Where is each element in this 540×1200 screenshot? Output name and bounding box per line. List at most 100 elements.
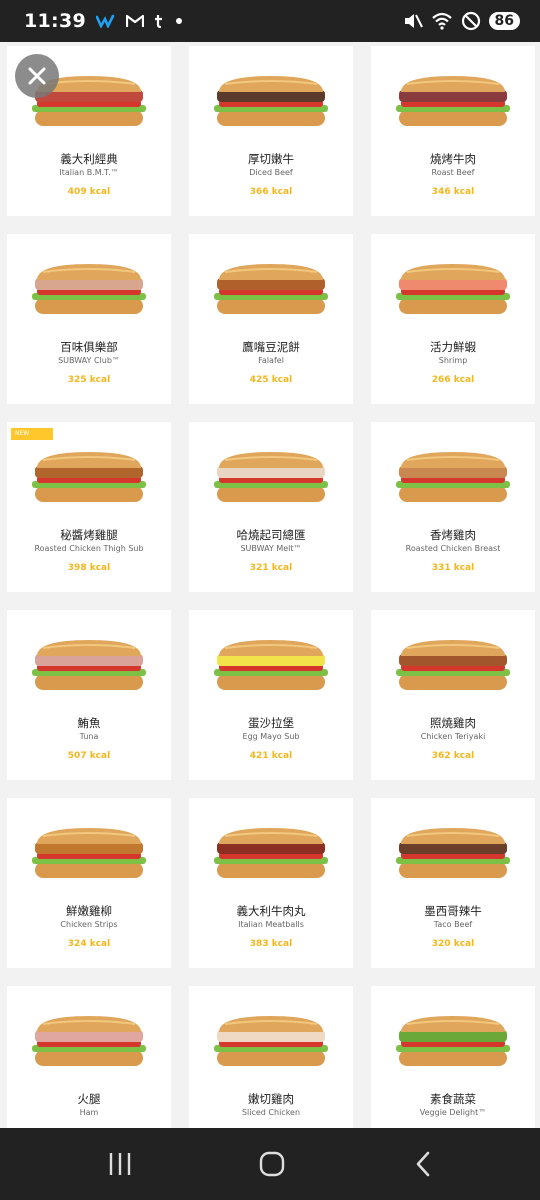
recent-apps-icon [109, 1153, 131, 1175]
item-calories: 320 kcal [431, 939, 475, 949]
item-name-en: Italian B.M.T.™ [59, 168, 119, 177]
sandwich-image [396, 640, 510, 690]
clock: 11:39 [24, 10, 86, 32]
sandwich-image [214, 1016, 328, 1066]
item-name-en: Chicken Strips [60, 920, 118, 929]
item-name-en: Shrimp [438, 356, 468, 365]
item-name-en: Roasted Chicken Breast [405, 544, 501, 553]
menu-card[interactable]: 照燒雞肉 Chicken Teriyaki 362 kcal [371, 610, 535, 780]
mail-icon [125, 14, 144, 28]
item-name-en: Ham [79, 1108, 99, 1117]
menu-card[interactable]: 素食蔬菜 Veggie Delight™ [371, 986, 535, 1128]
item-calories: 398 kcal [67, 563, 111, 573]
item-name-en: Chicken Teriyaki [420, 732, 486, 741]
item-name-zh: 義大利經典 [60, 152, 118, 166]
sandwich-image [396, 452, 510, 502]
mute-icon [403, 12, 423, 30]
menu-card[interactable]: 香烤雞肉 Roasted Chicken Breast 331 kcal [371, 422, 535, 592]
t-app-icon [154, 14, 164, 28]
sandwich-image [396, 76, 510, 126]
sandwich-image [32, 828, 146, 878]
close-button[interactable] [15, 54, 59, 98]
menu-card[interactable]: 鮮嫩雞柳 Chicken Strips 324 kcal [7, 798, 171, 968]
item-calories: 324 kcal [67, 939, 111, 949]
item-name-zh: 墨西哥辣牛 [424, 904, 482, 918]
item-calories: 409 kcal [67, 187, 111, 197]
battery-level: 86 [488, 12, 520, 30]
item-name-en: Diced Beef [249, 168, 293, 177]
sandwich-image [32, 1016, 146, 1066]
menu-card[interactable]: NEW 秘醬烤雞腿 Roasted Chicken Thigh Sub 398 kca… [7, 422, 171, 592]
item-name-zh: 素食蔬菜 [430, 1092, 476, 1106]
item-name-en: Roast Beef [431, 168, 475, 177]
item-name-zh: 義大利牛肉丸 [236, 904, 306, 918]
back-button[interactable] [404, 1148, 444, 1180]
item-name-zh: 嫩切雞肉 [248, 1092, 294, 1106]
item-calories: 321 kcal [249, 563, 293, 573]
item-name-en: Taco Beef [433, 920, 473, 929]
item-name-zh: 厚切嫩牛 [248, 152, 294, 166]
sandwich-image [214, 640, 328, 690]
status-bar: 11:39 86 [0, 0, 540, 42]
sandwich-image [214, 828, 328, 878]
item-name-zh: 鮪魚 [77, 716, 101, 730]
home-button[interactable] [252, 1148, 292, 1180]
recent-apps-button[interactable] [100, 1148, 140, 1180]
item-name-zh: 秘醬烤雞腿 [60, 528, 118, 542]
item-name-zh: 蛋沙拉堡 [248, 716, 294, 730]
item-name-zh: 照燒雞肉 [430, 716, 476, 730]
item-name-en: Veggie Delight™ [419, 1108, 487, 1117]
item-name-zh: 哈燒起司總匯 [236, 528, 306, 542]
back-icon [416, 1151, 430, 1177]
menu-card[interactable]: 百味俱樂部 SUBWAY Club™ 325 kcal [7, 234, 171, 404]
menu-card[interactable]: 火腿 Ham [7, 986, 171, 1128]
item-name-en: Tuna [79, 732, 99, 741]
menu-card[interactable]: 義大利牛肉丸 Italian Meatballs 383 kcal [189, 798, 353, 968]
item-calories: 421 kcal [249, 751, 293, 761]
menu-card[interactable]: 活力鮮蝦 Shrimp 266 kcal [371, 234, 535, 404]
sandwich-image [32, 452, 146, 502]
sandwich-grid: 義大利經典 Italian B.M.T.™ 409 kcal 厚切嫩牛 Diced Be… [0, 42, 540, 1128]
item-calories: 346 kcal [431, 187, 475, 197]
wifi-icon [431, 12, 453, 30]
menu-card[interactable]: 蛋沙拉堡 Egg Mayo Sub 421 kcal [189, 610, 353, 780]
item-name-zh: 火腿 [77, 1092, 101, 1106]
new-badge: NEW [11, 428, 53, 440]
menu-card[interactable]: 鷹嘴豆泥餅 Falafel 425 kcal [189, 234, 353, 404]
item-name-en: Egg Mayo Sub [242, 732, 300, 741]
dnd-icon [461, 11, 481, 31]
item-calories: 331 kcal [431, 563, 475, 573]
item-name-en: Roasted Chicken Thigh Sub [34, 544, 144, 553]
item-calories: 383 kcal [249, 939, 293, 949]
item-name-zh: 鷹嘴豆泥餅 [242, 340, 300, 354]
sandwich-image [396, 1016, 510, 1066]
item-name-en: SUBWAY Club™ [58, 356, 120, 365]
item-name-en: SUBWAY Melt™ [240, 544, 302, 553]
menu-card[interactable]: 哈燒起司總匯 SUBWAY Melt™ 321 kcal [189, 422, 353, 592]
item-calories: 425 kcal [249, 375, 293, 385]
menu-card[interactable]: 墨西哥辣牛 Taco Beef 320 kcal [371, 798, 535, 968]
item-calories: 507 kcal [67, 751, 111, 761]
sandwich-image [214, 452, 328, 502]
item-name-en: Sliced Chicken [241, 1108, 301, 1117]
item-name-en: Falafel [258, 356, 284, 365]
menu-card[interactable]: 厚切嫩牛 Diced Beef 366 kcal [189, 46, 353, 216]
system-nav-bar [0, 1128, 540, 1200]
sandwich-image [214, 264, 328, 314]
sandwich-image [396, 828, 510, 878]
item-name-zh: 百味俱樂部 [60, 340, 118, 354]
close-icon [28, 67, 46, 85]
sandwich-image [396, 264, 510, 314]
menu-card[interactable]: 燒烤牛肉 Roast Beef 346 kcal [371, 46, 535, 216]
menu-card[interactable]: 鮪魚 Tuna 507 kcal [7, 610, 171, 780]
item-name-zh: 活力鮮蝦 [430, 340, 476, 354]
menu-card[interactable]: 嫩切雞肉 Sliced Chicken [189, 986, 353, 1128]
item-name-zh: 燒烤牛肉 [430, 152, 476, 166]
sandwich-image [32, 640, 146, 690]
item-calories: 325 kcal [67, 375, 111, 385]
sandwich-image [32, 264, 146, 314]
home-icon [259, 1151, 285, 1177]
item-name-zh: 鮮嫩雞柳 [66, 904, 112, 918]
item-calories: 266 kcal [431, 375, 475, 385]
dot-icon [174, 16, 184, 26]
